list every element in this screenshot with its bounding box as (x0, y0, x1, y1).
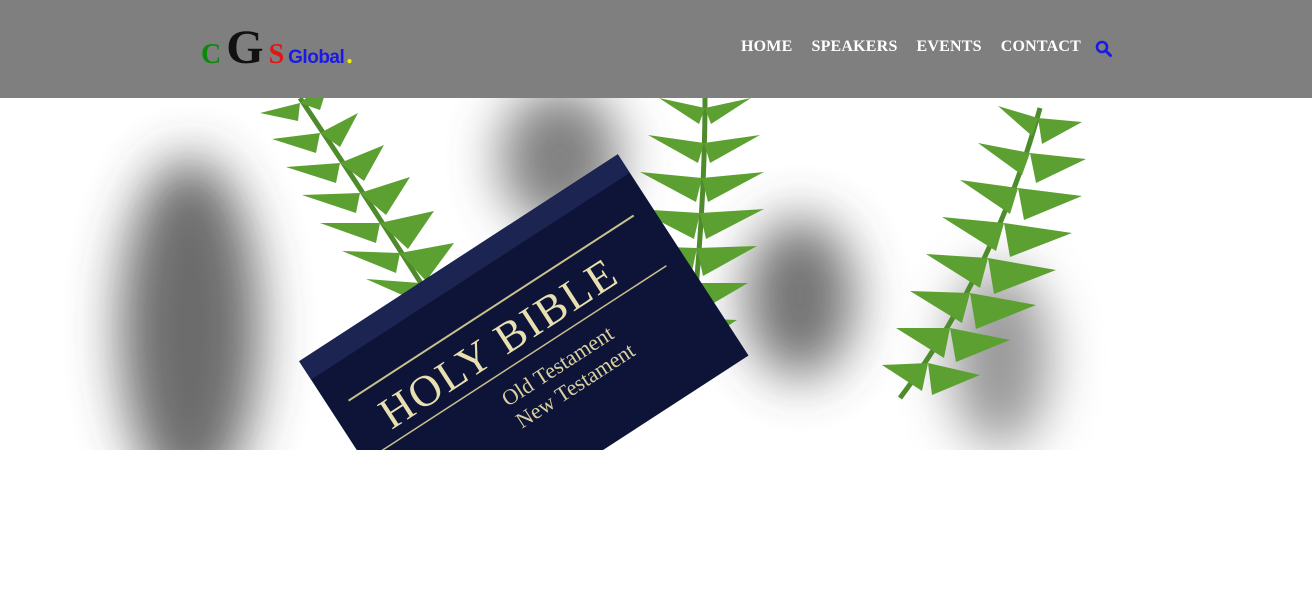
nav-contact[interactable]: CONTACT (1001, 38, 1081, 56)
logo-letter-c: C (201, 39, 222, 70)
logo-letter-g: G (226, 21, 264, 74)
logo-letter-s: S (268, 39, 285, 70)
search-icon[interactable] (1095, 40, 1113, 58)
site-header: C G S Global . HOME SPEAKERS EVENTS CONT… (0, 0, 1312, 98)
site-logo[interactable]: C G S Global . (201, 20, 353, 74)
nav-home[interactable]: HOME (741, 38, 792, 56)
hero-banner: HOLY BIBLE Old Testament New Testament (0, 98, 1312, 450)
hero-image: HOLY BIBLE Old Testament New Testament (0, 98, 1312, 450)
nav-speakers[interactable]: SPEAKERS (811, 38, 897, 56)
main-nav: HOME SPEAKERS EVENTS CONTACT (741, 38, 1081, 56)
nav-events[interactable]: EVENTS (917, 38, 982, 56)
logo-word-global: Global (288, 47, 345, 68)
